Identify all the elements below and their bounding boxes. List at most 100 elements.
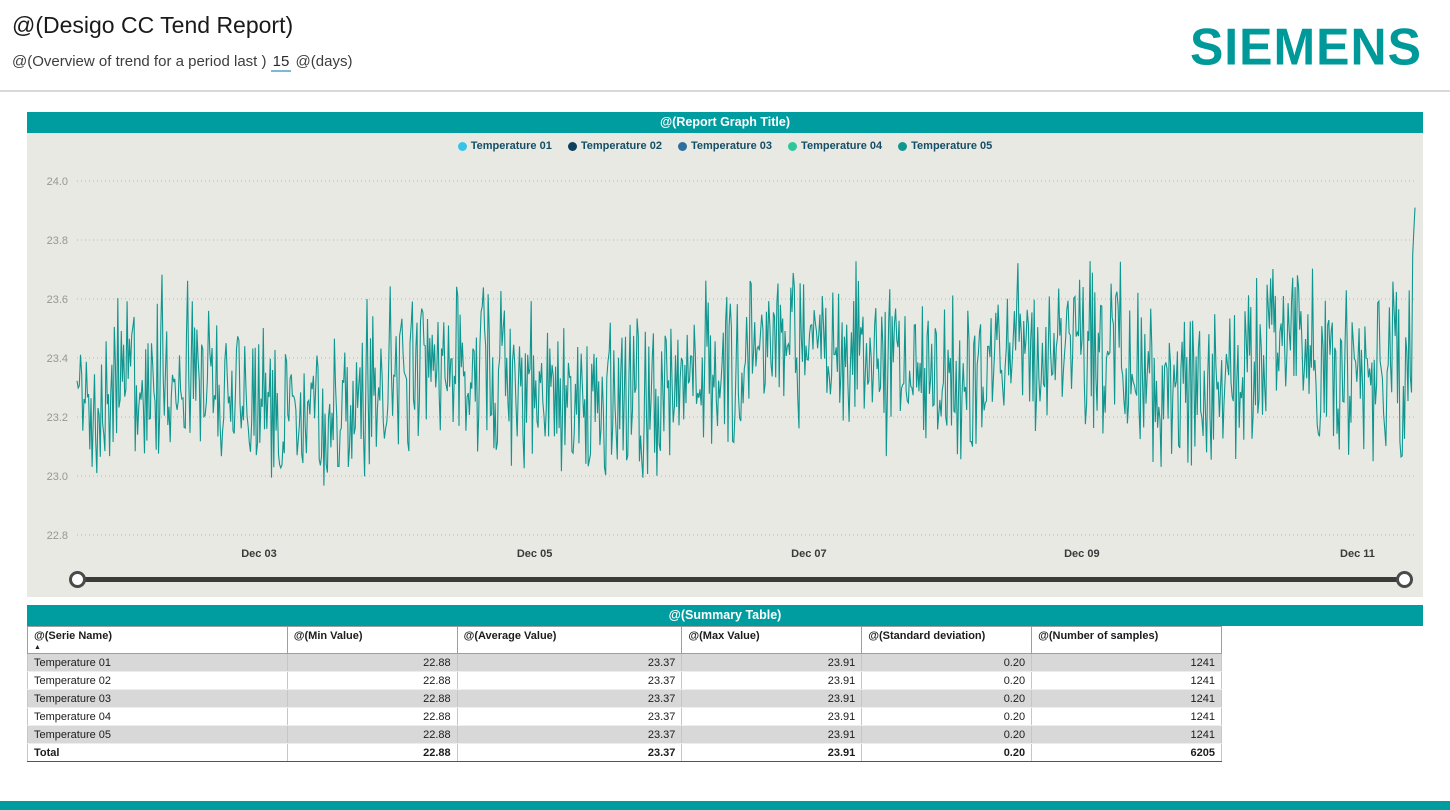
value-cell: 23.37 [457, 726, 682, 744]
report-subtitle: @(Overview of trend for a period last ) … [12, 53, 352, 70]
legend-label: Temperature 05 [911, 140, 992, 152]
trend-chart: 22.8 23.0 23.2 23.4 23.6 23.8 24.0 Dec 03 Dec 05… [27, 155, 1423, 567]
legend-item[interactable]: Temperature 05 [898, 140, 992, 152]
svg-text:24.0: 24.0 [47, 176, 68, 188]
legend-swatch-icon [898, 142, 907, 151]
subtitle-suffix: @(days) [296, 53, 353, 70]
svg-text:23.0: 23.0 [47, 471, 68, 483]
summary-table-body: Temperature 0122.8823.3723.910.201241Tem… [28, 654, 1222, 762]
serie-name-cell: Temperature 05 [28, 726, 288, 744]
chart-panel: @(Report Graph Title) Temperature 01Temp… [27, 112, 1423, 597]
serie-name-cell: Temperature 02 [28, 672, 288, 690]
serie-name-cell: Total [28, 744, 288, 762]
legend: Temperature 01 Temperature 02 Temperature … [27, 137, 1423, 155]
summary-table: @(Serie Name)▲@(Min Value)@(Average Valu… [27, 626, 1222, 762]
svg-text:23.8: 23.8 [47, 235, 68, 247]
legend-item[interactable]: Temperature 04 [788, 140, 882, 152]
value-cell: 23.91 [682, 708, 862, 726]
value-cell: 23.37 [457, 708, 682, 726]
chart-body: Temperature 01 Temperature 02 Temperature … [27, 133, 1423, 597]
legend-item[interactable]: Temperature 01 [458, 140, 552, 152]
table-row: Temperature 0122.8823.3723.910.201241 [28, 654, 1222, 672]
value-cell: 23.91 [682, 690, 862, 708]
value-cell: 0.20 [862, 726, 1032, 744]
report-header: @(Desigo CC Tend Report) @(Overview of t… [0, 0, 1450, 84]
table-row: Temperature 0522.8823.3723.910.201241 [28, 726, 1222, 744]
slider-handle-right[interactable] [1396, 571, 1413, 588]
svg-text:23.4: 23.4 [47, 353, 68, 365]
footer-bar [0, 801, 1450, 810]
header-divider [0, 90, 1450, 92]
value-cell: 23.91 [682, 672, 862, 690]
legend-label: Temperature 01 [471, 140, 552, 152]
legend-swatch-icon [678, 142, 687, 151]
svg-text:Dec 09: Dec 09 [1064, 548, 1099, 560]
value-cell: 22.88 [287, 744, 457, 762]
summary-table-title: @(Summary Table) [27, 605, 1423, 626]
value-cell: 0.20 [862, 654, 1032, 672]
column-header[interactable]: @(Serie Name)▲ [28, 627, 288, 654]
value-cell: 23.91 [682, 744, 862, 762]
sort-ascending-icon[interactable]: ▲ [34, 644, 281, 651]
legend-swatch-icon [568, 142, 577, 151]
value-cell: 23.37 [457, 672, 682, 690]
value-cell: 6205 [1032, 744, 1222, 762]
value-cell: 1241 [1032, 690, 1222, 708]
svg-text:23.6: 23.6 [47, 294, 68, 306]
serie-name-cell: Temperature 03 [28, 690, 288, 708]
value-cell: 0.20 [862, 672, 1032, 690]
value-cell: 22.88 [287, 690, 457, 708]
value-cell: 23.91 [682, 654, 862, 672]
slider-handle-left[interactable] [69, 571, 86, 588]
svg-text:Dec 07: Dec 07 [791, 548, 826, 560]
value-cell: 22.88 [287, 672, 457, 690]
value-cell: 1241 [1032, 654, 1222, 672]
column-header[interactable]: @(Standard deviation) [862, 627, 1032, 654]
serie-name-cell: Temperature 01 [28, 654, 288, 672]
svg-text:Dec 11: Dec 11 [1340, 548, 1375, 560]
column-header[interactable]: @(Number of samples) [1032, 627, 1222, 654]
legend-label: Temperature 03 [691, 140, 772, 152]
svg-text:22.8: 22.8 [47, 530, 68, 542]
table-row: Temperature 0422.8823.3723.910.201241 [28, 708, 1222, 726]
legend-label: Temperature 04 [801, 140, 882, 152]
page-title: @(Desigo CC Tend Report) [12, 12, 352, 39]
value-cell: 1241 [1032, 708, 1222, 726]
value-cell: 0.20 [862, 690, 1032, 708]
value-cell: 22.88 [287, 708, 457, 726]
legend-label: Temperature 02 [581, 140, 662, 152]
value-cell: 1241 [1032, 726, 1222, 744]
value-cell: 23.37 [457, 654, 682, 672]
slider-track[interactable] [77, 577, 1405, 582]
value-cell: 23.37 [457, 690, 682, 708]
chart-panel-title: @(Report Graph Title) [27, 112, 1423, 133]
table-row: Temperature 0222.8823.3723.910.201241 [28, 672, 1222, 690]
siemens-logo: SIEMENS [1190, 17, 1422, 77]
value-cell: 23.91 [682, 726, 862, 744]
value-cell: 22.88 [287, 654, 457, 672]
value-cell: 0.20 [862, 708, 1032, 726]
range-slider[interactable] [73, 569, 1409, 591]
serie-name-cell: Temperature 04 [28, 708, 288, 726]
value-cell: 1241 [1032, 672, 1222, 690]
value-cell: 22.88 [287, 726, 457, 744]
summary-table-panel: @(Summary Table) @(Serie Name)▲@(Min Val… [27, 605, 1423, 762]
svg-text:Dec 05: Dec 05 [517, 548, 552, 560]
header-titles: @(Desigo CC Tend Report) @(Overview of t… [12, 10, 352, 70]
svg-text:23.2: 23.2 [47, 412, 68, 424]
legend-item[interactable]: Temperature 02 [568, 140, 662, 152]
value-cell: 0.20 [862, 744, 1032, 762]
legend-item[interactable]: Temperature 03 [678, 140, 772, 152]
period-days-value[interactable]: 15 [271, 53, 292, 72]
legend-swatch-icon [788, 142, 797, 151]
column-header[interactable]: @(Min Value) [287, 627, 457, 654]
svg-text:Dec 03: Dec 03 [241, 548, 276, 560]
value-cell: 23.37 [457, 744, 682, 762]
table-row: Temperature 0322.8823.3723.910.201241 [28, 690, 1222, 708]
column-header[interactable]: @(Average Value) [457, 627, 682, 654]
summary-table-header-row: @(Serie Name)▲@(Min Value)@(Average Valu… [28, 627, 1222, 654]
total-row: Total22.8823.3723.910.206205 [28, 744, 1222, 762]
column-header[interactable]: @(Max Value) [682, 627, 862, 654]
legend-swatch-icon [458, 142, 467, 151]
subtitle-prefix: @(Overview of trend for a period last ) [12, 53, 267, 70]
